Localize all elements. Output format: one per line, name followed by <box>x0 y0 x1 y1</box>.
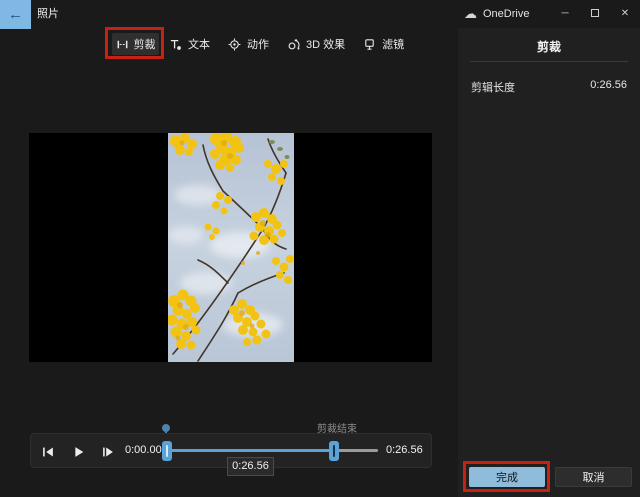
panel-title: 剪裁 <box>458 38 640 55</box>
3d-effects-icon <box>287 38 300 51</box>
video-frame <box>168 133 294 362</box>
text-icon <box>169 38 182 51</box>
playhead-handle[interactable] <box>162 424 170 432</box>
next-frame-button[interactable] <box>97 441 119 463</box>
total-time: 0:26.56 <box>386 434 423 467</box>
trim-end-handle[interactable] <box>329 441 339 461</box>
current-time: 0:00.00 <box>125 434 162 467</box>
clip-length-value: 0:26.56 <box>590 79 627 95</box>
motion-icon <box>228 38 241 51</box>
minimize-button[interactable]: ─ <box>550 0 580 26</box>
clip-length-row: 剪辑长度 0:26.56 <box>471 79 627 95</box>
toolbar-3d-effects-button[interactable]: 3D 效果 <box>287 33 345 55</box>
panel-divider <box>470 61 628 62</box>
time-tooltip: 0:26.56 <box>227 457 274 476</box>
onedrive-status: ☁ OneDrive <box>464 0 529 28</box>
play-button[interactable] <box>67 441 89 463</box>
video-preview-letterbox <box>29 133 432 362</box>
done-button[interactable]: 完成 <box>469 467 545 487</box>
cancel-button[interactable]: 取消 <box>555 467 632 487</box>
maximize-button[interactable] <box>580 0 610 26</box>
edit-toolbar: 文本 动作 3D 效果 滤镜 <box>169 33 404 55</box>
3d-effects-label: 3D 效果 <box>306 36 345 52</box>
maximize-icon <box>591 9 599 17</box>
window-controls: ─ ✕ <box>550 0 640 26</box>
text-label: 文本 <box>188 36 210 52</box>
filters-icon <box>363 38 376 51</box>
motion-label: 动作 <box>247 36 269 52</box>
trim-icon <box>116 38 129 51</box>
toolbar-text-button[interactable]: 文本 <box>169 33 210 55</box>
play-icon <box>70 444 86 460</box>
page-title: 照片 <box>37 0 59 29</box>
toolbar-motion-button[interactable]: 动作 <box>228 33 269 55</box>
photos-app-window: ← 照片 ☁ OneDrive ─ ✕ 剪裁 文本 <box>0 0 640 497</box>
trim-panel: 剪裁 剪辑长度 0:26.56 完成 取消 <box>458 28 640 497</box>
filters-label: 滤镜 <box>382 36 404 52</box>
previous-frame-button[interactable] <box>37 441 59 463</box>
minimize-icon: ─ <box>561 8 568 19</box>
cloud-icon: ☁ <box>464 6 477 22</box>
previous-frame-icon <box>40 444 56 460</box>
toolbar-trim-button[interactable]: 剪裁 <box>112 33 159 55</box>
onedrive-label: OneDrive <box>483 8 529 20</box>
timeline-selected-range[interactable] <box>167 449 334 452</box>
close-button[interactable]: ✕ <box>610 0 640 26</box>
next-frame-icon <box>100 444 116 460</box>
back-icon: ← <box>8 6 23 23</box>
trim-start-handle[interactable] <box>162 441 172 461</box>
close-icon: ✕ <box>621 8 629 19</box>
clip-length-label: 剪辑长度 <box>471 79 515 95</box>
back-button[interactable]: ← <box>0 0 31 29</box>
toolbar-filters-button[interactable]: 滤镜 <box>363 33 404 55</box>
trim-label: 剪裁 <box>134 36 156 52</box>
